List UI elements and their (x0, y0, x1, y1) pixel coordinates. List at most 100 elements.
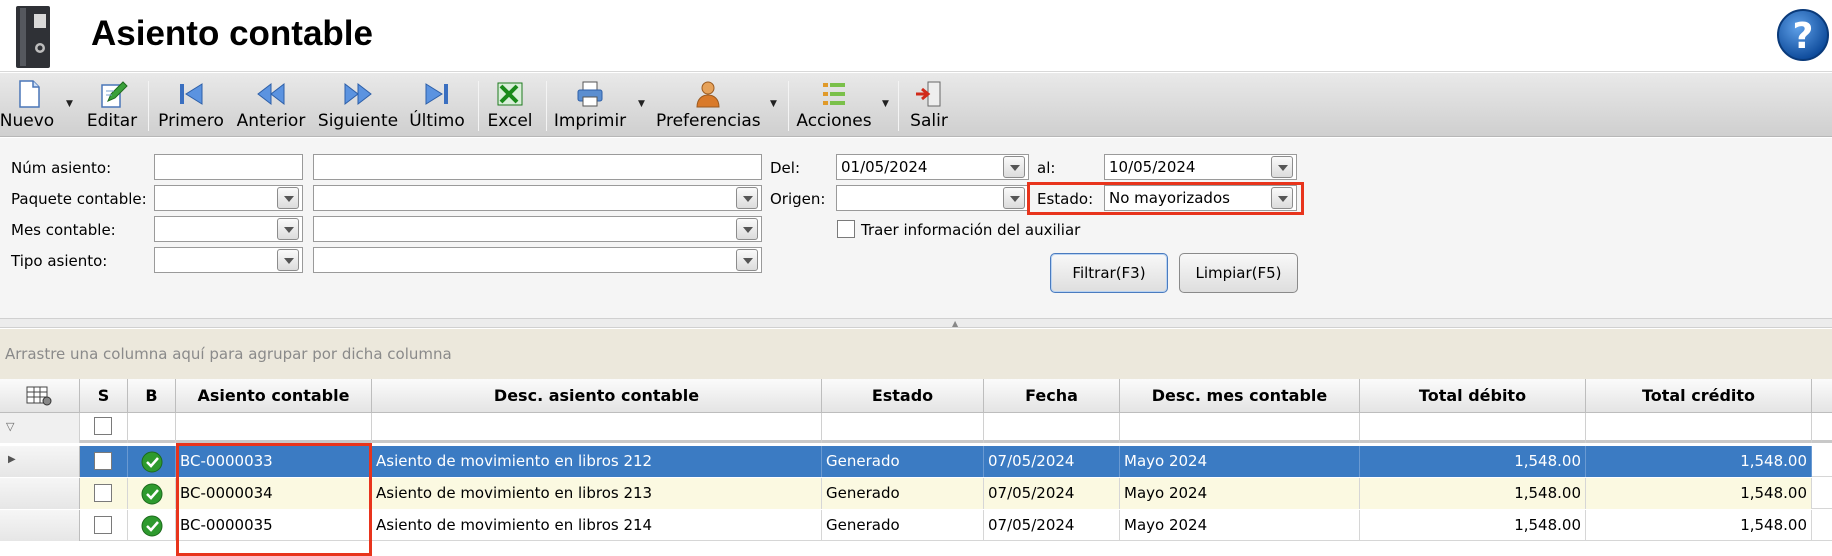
filter-cell-debito[interactable] (1360, 413, 1586, 443)
al-date-input[interactable]: 10/05/2024 (1104, 154, 1297, 180)
paquete-contable-desc[interactable] (313, 185, 762, 211)
column-header-estado[interactable]: Estado (822, 379, 984, 413)
edit-label: Editar (86, 111, 138, 131)
row-fecha-cell[interactable]: 07/05/2024 (984, 446, 1120, 477)
del-date-input[interactable]: 01/05/2024 (836, 154, 1029, 180)
row-desc-cell[interactable]: Asiento de movimiento en libros 213 (372, 478, 822, 509)
edit-button[interactable]: Editar (86, 73, 138, 137)
check-status-icon (141, 483, 163, 505)
del-date-dropdown-icon[interactable] (1003, 156, 1025, 178)
column-header-credito[interactable]: Total crédito (1586, 379, 1812, 413)
next-button[interactable]: Siguiente (316, 73, 400, 137)
row-s-cell[interactable] (80, 446, 128, 477)
column-chooser-header[interactable] (0, 379, 80, 413)
filter-cell-estado[interactable] (822, 413, 984, 443)
row-select-checkbox[interactable] (94, 484, 112, 502)
estado-select[interactable]: No mayorizados (1104, 185, 1297, 211)
previous-button[interactable]: Anterior (236, 73, 306, 137)
filter-cell-mes[interactable] (1120, 413, 1360, 443)
row-credito-cell[interactable]: 1,548.00 (1586, 478, 1812, 509)
row-mes-cell[interactable]: Mayo 2024 (1120, 478, 1360, 509)
row-s-cell[interactable] (80, 478, 128, 509)
paquete-desc-dropdown-icon[interactable] (736, 187, 758, 209)
column-header-fecha[interactable]: Fecha (984, 379, 1120, 413)
tipo-asiento-desc[interactable] (313, 247, 762, 273)
row-debito-cell[interactable]: 1,548.00 (1360, 446, 1586, 477)
filter-button[interactable]: Filtrar(F3) (1050, 253, 1168, 293)
row-mes-cell[interactable]: Mayo 2024 (1120, 510, 1360, 541)
new-dropdown-arrow-icon[interactable]: ▼ (66, 99, 73, 109)
tipo-dropdown-icon[interactable] (277, 249, 299, 271)
filter-cell-fecha[interactable] (984, 413, 1120, 443)
preferences-dropdown-arrow-icon[interactable]: ▼ (770, 99, 777, 109)
row-asiento-cell[interactable]: BC-0000035 (176, 510, 372, 541)
filter-cell-desc[interactable] (372, 413, 822, 443)
filter-cell-asiento[interactable] (176, 413, 372, 443)
origen-dropdown-icon[interactable] (1003, 187, 1025, 209)
row-mes-cell[interactable]: Mayo 2024 (1120, 446, 1360, 477)
row-select-checkbox[interactable] (94, 516, 112, 534)
filter-row: ▽ (0, 413, 1832, 443)
row-credito-cell[interactable]: 1,548.00 (1586, 510, 1812, 541)
column-header-debito[interactable]: Total débito (1360, 379, 1586, 413)
filter-cell-credito[interactable] (1586, 413, 1812, 443)
row-debito-cell[interactable]: 1,548.00 (1360, 510, 1586, 541)
new-button[interactable]: Nuevo (0, 73, 58, 137)
al-date-dropdown-icon[interactable] (1271, 156, 1293, 178)
filter-cell-s[interactable] (80, 413, 128, 443)
row-estado-cell[interactable]: Generado (822, 510, 984, 541)
last-button[interactable]: Último (406, 73, 468, 137)
preferences-button[interactable]: Preferencias (656, 73, 761, 137)
table-row[interactable]: ▶ BC-0000033 Asiento de movimiento en li… (0, 446, 1832, 477)
row-asiento-cell[interactable]: BC-0000034 (176, 478, 372, 509)
row-asiento-cell[interactable]: BC-0000033 (176, 446, 372, 477)
group-by-area[interactable]: Arrastre una columna aquí para agrupar p… (0, 329, 1832, 379)
row-header[interactable] (0, 478, 80, 509)
mes-dropdown-icon[interactable] (277, 218, 299, 240)
mes-desc-dropdown-icon[interactable] (736, 218, 758, 240)
column-header-asiento[interactable]: Asiento contable (176, 379, 372, 413)
mes-contable-desc[interactable] (313, 216, 762, 242)
row-estado-cell[interactable]: Generado (822, 446, 984, 477)
funnel-icon[interactable]: ▽ (6, 420, 14, 433)
excel-button[interactable]: Excel (484, 73, 536, 137)
column-header-desc[interactable]: Desc. asiento contable (372, 379, 822, 413)
row-select-checkbox[interactable] (94, 452, 112, 470)
row-desc-cell[interactable]: Asiento de movimiento en libros 214 (372, 510, 822, 541)
column-header-b[interactable]: B (128, 379, 176, 413)
table-row[interactable]: BC-0000035 Asiento de movimiento en libr… (0, 510, 1832, 541)
first-button[interactable]: Primero (158, 73, 224, 137)
window-header: Asiento contable ? (0, 0, 1832, 72)
estado-dropdown-icon[interactable] (1271, 187, 1293, 209)
exit-button[interactable]: Salir (904, 73, 954, 137)
filter-cell-b[interactable] (128, 413, 176, 443)
table-row[interactable]: BC-0000034 Asiento de movimiento en libr… (0, 478, 1832, 509)
print-dropdown-arrow-icon[interactable]: ▼ (638, 99, 645, 109)
row-s-cell[interactable] (80, 510, 128, 541)
paquete-dropdown-icon[interactable] (277, 187, 299, 209)
row-desc-cell[interactable]: Asiento de movimiento en libros 212 (372, 446, 822, 477)
column-header-mes[interactable]: Desc. mes contable (1120, 379, 1360, 413)
collapse-arrow-icon[interactable]: ▲ (952, 319, 958, 328)
row-credito-cell[interactable]: 1,548.00 (1586, 446, 1812, 477)
origen-label: Origen: (770, 190, 826, 208)
column-header-s[interactable]: S (80, 379, 128, 413)
row-header[interactable]: ▶ (0, 446, 80, 477)
row-header[interactable] (0, 510, 80, 541)
filter-s-checkbox[interactable] (94, 417, 112, 435)
row-fecha-cell[interactable]: 07/05/2024 (984, 510, 1120, 541)
auxiliar-checkbox[interactable] (837, 220, 855, 238)
panel-splitter[interactable]: ▲ (0, 318, 1832, 328)
actions-button[interactable]: Acciones (796, 73, 872, 137)
clear-button[interactable]: Limpiar(F5) (1179, 253, 1298, 293)
num-asiento-input[interactable] (154, 154, 303, 180)
origen-select[interactable] (836, 185, 1029, 211)
actions-dropdown-arrow-icon[interactable]: ▼ (882, 99, 889, 109)
row-estado-cell[interactable]: Generado (822, 478, 984, 509)
row-debito-cell[interactable]: 1,548.00 (1360, 478, 1586, 509)
print-button[interactable]: Imprimir (552, 73, 628, 137)
tipo-desc-dropdown-icon[interactable] (736, 249, 758, 271)
row-fecha-cell[interactable]: 07/05/2024 (984, 478, 1120, 509)
num-asiento-desc-input[interactable] (313, 154, 762, 180)
question-mark-icon[interactable]: ? (1776, 8, 1830, 62)
